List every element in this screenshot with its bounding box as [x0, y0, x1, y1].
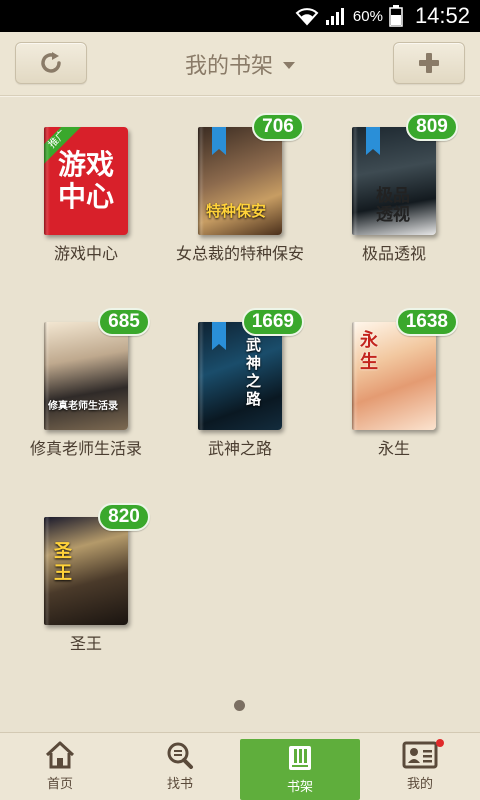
nav-home[interactable]: 首页	[0, 733, 120, 800]
signal-icon	[325, 8, 344, 25]
cover-image: 永生	[352, 322, 436, 430]
bottom-nav: 首页 找书 书架 我的	[0, 732, 480, 800]
home-icon	[45, 741, 75, 769]
update-count-badge: 1669	[241, 308, 304, 336]
nav-find-books[interactable]: 找书	[120, 733, 240, 800]
cover-text: 游戏	[57, 148, 114, 181]
nav-bookshelf[interactable]: 书架	[240, 739, 360, 800]
cover-text: 特种保安	[206, 202, 267, 220]
book-title: 女总裁的特种保安	[175, 244, 304, 263]
book-item[interactable]: 武神之路 1669 武神之路	[160, 292, 320, 482]
nav-profile[interactable]: 我的	[360, 733, 480, 800]
cover-text: 极品透视	[376, 186, 410, 225]
book-item[interactable]: 特种保安 706 女总裁的特种保安	[160, 97, 320, 287]
book-cover[interactable]: 武神之路 1669	[198, 308, 304, 430]
page-indicator	[234, 700, 245, 711]
book-title: 圣王	[69, 634, 102, 653]
book-cover[interactable]: 推广 游戏 中心	[44, 127, 128, 235]
cover-image: 圣王	[44, 517, 128, 625]
bookmark-ribbon-icon	[366, 127, 380, 155]
update-count-badge: 809	[406, 113, 458, 141]
book-cover[interactable]: 极品透视 809	[352, 113, 458, 235]
book-item[interactable]: 永生 1638 永生	[314, 292, 474, 482]
search-book-icon	[167, 742, 193, 769]
bookmark-ribbon-icon	[212, 127, 226, 155]
book-item[interactable]: 极品透视 809 极品透视	[314, 97, 474, 287]
bookshelf-grid: 推广 游戏 中心 游戏中心 特种保安 706 女总裁的特种保安 极品透视 809…	[0, 97, 480, 727]
update-count-badge: 820	[98, 503, 150, 531]
book-cover[interactable]: 特种保安 706	[198, 113, 304, 235]
status-bar: 60% 14:52	[0, 0, 480, 32]
book-title: 永生	[377, 439, 410, 458]
update-count-badge: 706	[252, 113, 304, 141]
cover-game-center: 推广 游戏 中心	[44, 127, 128, 235]
cover-text: 圣王	[54, 541, 72, 584]
wifi-icon	[295, 8, 319, 26]
nav-label: 找书	[166, 777, 193, 792]
nav-label: 书架	[286, 780, 313, 795]
battery-icon	[389, 5, 403, 27]
book-item-game-center[interactable]: 推广 游戏 中心 游戏中心	[6, 97, 166, 287]
bookmark-ribbon-icon	[212, 322, 226, 350]
bookshelf-icon	[289, 746, 311, 770]
book-title: 游戏中心	[53, 244, 118, 263]
app-header: 我的书架	[0, 32, 480, 96]
cover-image: 特种保安	[198, 127, 282, 235]
book-item[interactable]: 圣王 820 圣王	[6, 487, 166, 677]
cover-image: 武神之路	[198, 322, 282, 430]
notification-dot	[436, 739, 444, 747]
nav-label: 首页	[46, 777, 73, 792]
book-cover[interactable]: 修真老师生活录 685	[44, 308, 150, 430]
clock: 14:52	[414, 3, 470, 28]
update-count-badge: 685	[98, 308, 150, 336]
book-title: 武神之路	[207, 439, 272, 458]
nav-label: 我的	[406, 777, 433, 792]
plus-icon	[419, 53, 439, 73]
cover-text: 永生	[360, 330, 378, 373]
book-title: 极品透视	[361, 244, 426, 263]
book-title: 修真老师生活录	[29, 439, 142, 458]
update-count-badge: 1638	[395, 308, 458, 336]
cover-image: 修真老师生活录	[44, 322, 128, 430]
cover-text: 中心	[57, 180, 114, 213]
page-title: 我的书架	[184, 54, 273, 79]
book-cover[interactable]: 永生 1638	[352, 308, 458, 430]
chevron-down-icon	[283, 62, 295, 69]
battery-percent: 60%	[352, 7, 383, 25]
cover-image: 极品透视	[352, 127, 436, 235]
profile-card-icon	[402, 741, 438, 769]
book-cover[interactable]: 圣王 820	[44, 503, 150, 625]
add-book-button[interactable]	[393, 42, 465, 84]
cover-text: 修真老师生活录	[48, 401, 118, 412]
cover-text: 武神之路	[246, 336, 262, 408]
book-item[interactable]: 修真老师生活录 685 修真老师生活录	[6, 292, 166, 482]
